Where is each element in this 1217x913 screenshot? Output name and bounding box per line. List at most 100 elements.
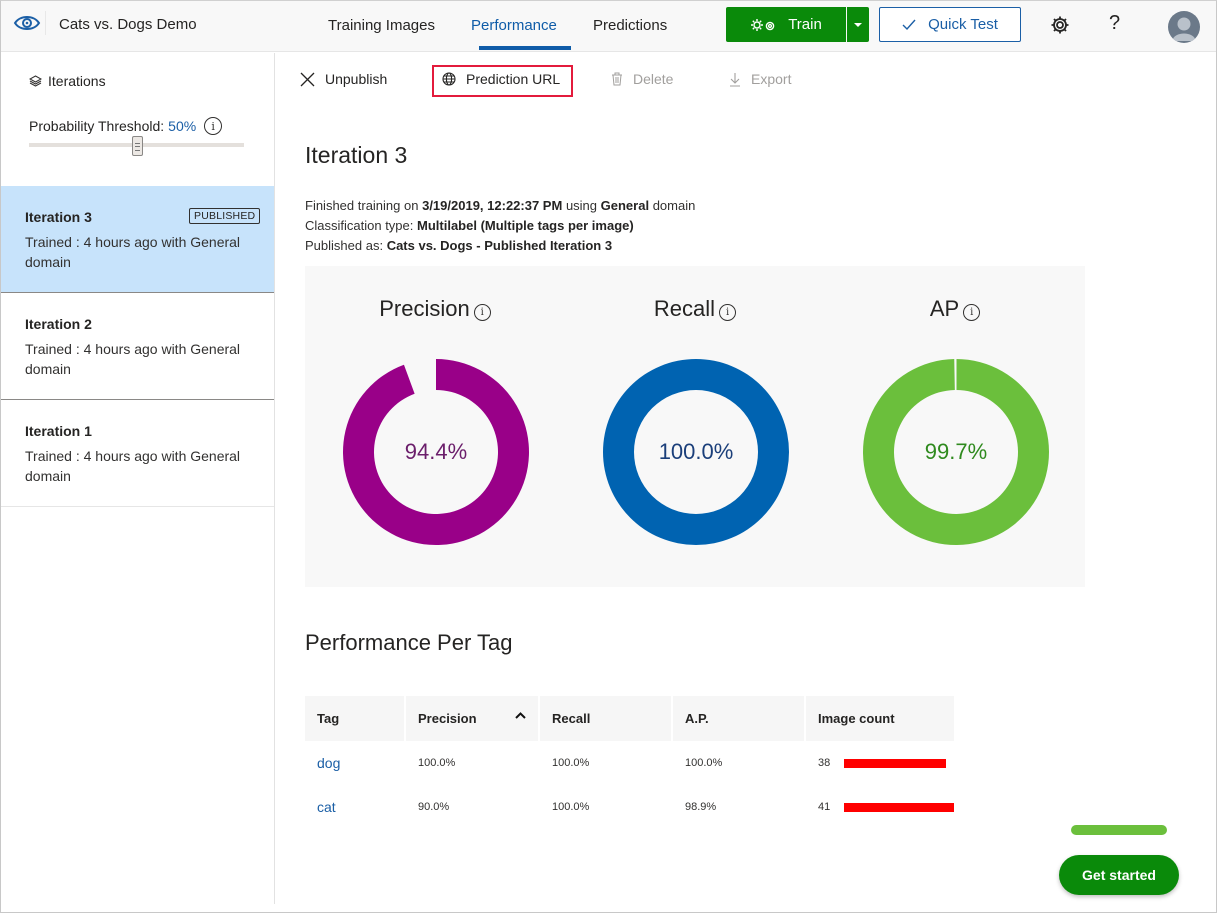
checkmark-icon [902, 19, 916, 30]
training-info: Finished training on 3/19/2019, 12:22:37… [305, 198, 695, 213]
classification-value: Multilabel (Multiple tags per image) [417, 218, 634, 233]
column-header-tag[interactable]: Tag [305, 696, 404, 741]
precision-cell: 100.0% [418, 757, 456, 769]
tab-performance[interactable]: Performance [471, 17, 557, 34]
tag-link-dog[interactable]: dog [317, 755, 340, 771]
image-count-bar [844, 758, 947, 768]
ap-cell: 100.0% [685, 757, 723, 769]
quick-test-button[interactable]: Quick Test [879, 7, 1021, 42]
published-badge: PUBLISHED [189, 208, 261, 224]
recall-cell: 100.0% [552, 801, 590, 813]
logo-divider [45, 11, 46, 35]
info-icon[interactable]: i [963, 303, 981, 321]
train-button[interactable]: Train [726, 7, 846, 42]
table-row: dog 100.0% 100.0% 100.0% 38 [305, 741, 954, 785]
chevron-down-icon [854, 22, 862, 27]
help-button[interactable]: ? [1109, 12, 1120, 35]
precision-metric: Precision i 94.4% [305, 266, 565, 587]
metric-value: 94.4% [404, 439, 468, 464]
iteration-item-2[interactable]: Iteration 2 Trained : 4 hours ago with G… [1, 293, 274, 400]
threshold-value: 50% [168, 118, 197, 134]
tag-cell: cat [305, 785, 404, 829]
active-tab-indicator [479, 46, 571, 50]
gears-icon [751, 18, 775, 31]
info-icon[interactable]: i [719, 303, 737, 321]
onboarding-progress-bar [1071, 825, 1167, 835]
published-info: Published as: Cats vs. Dogs - Published … [305, 238, 612, 253]
performance-per-tag-table: Tag Precision Recall A.P. Image count do… [303, 696, 956, 829]
prediction-url-button[interactable]: Prediction URL [442, 71, 560, 87]
finished-mid: using [565, 198, 598, 213]
column-header-precision[interactable]: Precision [406, 696, 538, 741]
metric-title: AP i [825, 296, 1085, 322]
unpublish-button[interactable]: Unpublish [300, 71, 387, 87]
metric-value: 100.0% [658, 439, 734, 464]
tab-training-images[interactable]: Training Images [328, 17, 435, 34]
iteration-name: Iteration 1 [25, 423, 92, 439]
app-title: Cats vs. Dogs Demo [59, 16, 197, 33]
app-window: Cats vs. Dogs Demo Training Images Perfo… [0, 0, 1217, 913]
section-title: Performance Per Tag [305, 630, 513, 655]
top-bar: Cats vs. Dogs Demo Training Images Perfo… [1, 1, 1216, 52]
export-label: Export [751, 71, 792, 87]
metric-value: 99.7% [924, 439, 988, 464]
export-button[interactable]: Export [729, 71, 791, 87]
layers-icon [29, 75, 42, 87]
column-header-recall[interactable]: Recall [540, 696, 671, 741]
image-count-value: 38 [818, 757, 831, 769]
train-label: Train [788, 16, 822, 33]
iteration-description: Trained : 4 hours ago with General domai… [25, 234, 241, 270]
iteration-name: Iteration 3 [25, 209, 92, 225]
finished-date: 3/19/2019, 12:22:37 PM [422, 198, 563, 213]
tag-cell: dog [305, 741, 404, 785]
metric-title: Precision i [305, 296, 565, 322]
ap-metric: AP i 99.7% [825, 266, 1085, 587]
recall-metric: Recall i 100.0% [565, 266, 825, 587]
metric-label: Recall [653, 296, 716, 321]
get-started-button[interactable]: Get started [1059, 855, 1179, 895]
delete-button[interactable]: Delete [611, 71, 673, 87]
info-icon[interactable]: i [204, 117, 223, 135]
prediction-url-label: Prediction URL [466, 71, 561, 87]
image-count-value: 41 [818, 801, 831, 813]
threshold-slider-handle[interactable] [131, 136, 143, 156]
precision-cell: 90.0% [418, 801, 450, 813]
iteration-item-3[interactable]: Iteration 3 PUBLISHED Trained : 4 hours … [1, 186, 274, 293]
delete-label: Delete [633, 71, 674, 87]
published-prefix: Published as: [305, 238, 384, 253]
published-value: Cats vs. Dogs - Published Iteration 3 [386, 238, 613, 253]
metrics-panel: Precision i 94.4% Recall i 100.0% AP i 9… [305, 266, 1085, 587]
sort-ascending-icon [515, 710, 526, 722]
metric-label: AP [929, 296, 960, 321]
iterations-header: Iterations [29, 73, 106, 89]
table-row: cat 90.0% 100.0% 98.9% 41 [305, 785, 955, 829]
tab-predictions[interactable]: Predictions [593, 17, 667, 34]
gear-icon[interactable] [1049, 14, 1071, 36]
eye-gear-icon[interactable] [13, 12, 41, 34]
globe-icon [442, 72, 456, 86]
column-header-ap[interactable]: A.P. [673, 696, 804, 741]
iteration-name: Iteration 2 [25, 316, 92, 332]
classification-info: Classification type: Multilabel (Multipl… [305, 218, 634, 233]
image-count-cell: 38 [806, 741, 954, 785]
ap-cell: 98.9% [685, 801, 717, 813]
column-header-image-count[interactable]: Image count [806, 696, 955, 741]
column-label: Precision [418, 711, 477, 726]
user-avatar-icon[interactable] [1168, 11, 1200, 43]
image-count-bar [844, 802, 955, 812]
iteration-description: Trained : 4 hours ago with General domai… [25, 341, 241, 377]
classification-prefix: Classification type: [305, 218, 414, 233]
iterations-label: Iterations [48, 73, 106, 89]
iteration-title: Iteration 3 [305, 142, 408, 168]
train-dropdown-button[interactable] [847, 7, 869, 42]
metric-title: Recall i [565, 296, 825, 322]
info-icon[interactable]: i [473, 303, 491, 321]
tag-link-cat[interactable]: cat [317, 799, 336, 815]
iterations-sidebar: Iterations Probability Threshold: 50% i … [1, 53, 275, 904]
metric-label: Precision [379, 296, 470, 321]
iteration-description: Trained : 4 hours ago with General domai… [25, 448, 241, 484]
finished-domain: General [600, 198, 650, 213]
unpublish-label: Unpublish [325, 71, 388, 87]
iteration-item-1[interactable]: Iteration 1 Trained : 4 hours ago with G… [1, 400, 274, 507]
quick-test-label: Quick Test [928, 16, 998, 33]
